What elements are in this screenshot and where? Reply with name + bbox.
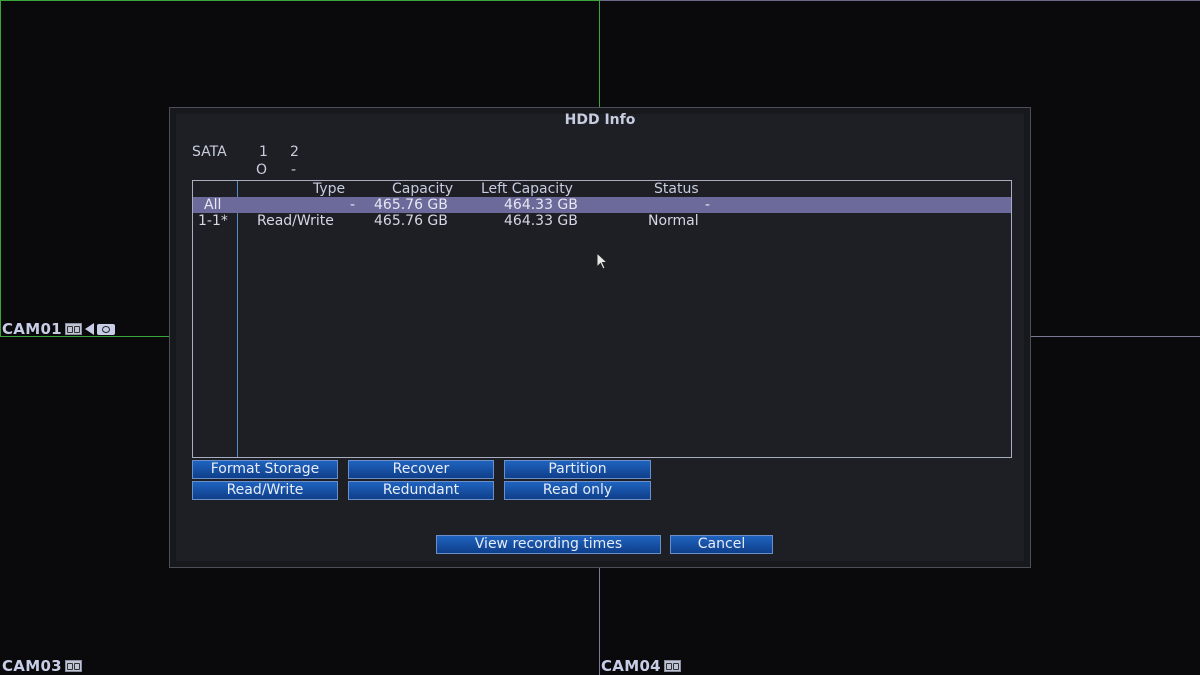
redundant-button[interactable]: Redundant xyxy=(348,481,494,500)
row-capacity: 465.76 GB xyxy=(374,213,448,229)
recording-icon xyxy=(64,323,82,335)
cancel-button[interactable]: Cancel xyxy=(670,535,773,554)
grid-divider-vertical-top xyxy=(599,0,600,108)
mouse-cursor-icon xyxy=(596,252,609,270)
cam04-name: CAM04 xyxy=(601,657,661,675)
sata-port-2-status: - xyxy=(291,162,297,178)
row-type: - xyxy=(350,197,356,213)
recording-icon xyxy=(663,660,681,672)
audio-icon xyxy=(84,323,94,335)
cam03-name: CAM03 xyxy=(2,657,62,675)
cam01-label: CAM01 xyxy=(2,320,115,338)
cam01-border-left xyxy=(0,0,1,336)
sata-port-2: 2 xyxy=(290,144,299,160)
table-row[interactable]: 1-1* Read/Write 465.76 GB 464.33 GB Norm… xyxy=(193,213,1011,229)
cam03-label: CAM03 xyxy=(2,657,82,675)
row-id: 1-1* xyxy=(198,213,228,229)
read-only-button[interactable]: Read only xyxy=(504,481,651,500)
table-row[interactable]: All - 465.76 GB 464.33 GB - xyxy=(193,197,1011,213)
row-type: Read/Write xyxy=(257,213,334,229)
hdd-table: Type Capacity Left Capacity Status All -… xyxy=(192,180,1012,458)
cam04-label: CAM04 xyxy=(601,657,681,675)
motion-detect-icon xyxy=(96,323,115,335)
header-status: Status xyxy=(654,181,699,197)
cam01-border-top xyxy=(0,0,599,1)
header-capacity: Capacity xyxy=(392,181,454,197)
dialog-title: HDD Info xyxy=(564,112,636,128)
hdd-info-dialog: HDD Info SATA 1 2 O - Type Capacity Left… xyxy=(169,107,1031,568)
row-capacity: 465.76 GB xyxy=(374,197,448,213)
sata-port-1-status: O xyxy=(256,162,268,178)
row-left-capacity: 464.33 GB xyxy=(504,213,578,229)
row-status: Normal xyxy=(648,213,699,229)
header-type: Type xyxy=(313,181,346,197)
sata-port-1: 1 xyxy=(259,144,268,160)
cam01-name: CAM01 xyxy=(2,320,62,338)
view-recording-times-button[interactable]: View recording times xyxy=(436,535,661,554)
read-write-button[interactable]: Read/Write xyxy=(192,481,338,500)
grid-divider-vertical-bottom xyxy=(599,567,600,675)
grid-divider-horizontal-right xyxy=(1030,336,1200,337)
header-left-capacity: Left Capacity xyxy=(481,181,573,197)
row-id: All xyxy=(204,197,222,213)
recording-icon xyxy=(64,660,82,672)
cam02-border-top xyxy=(600,0,1200,1)
row-left-capacity: 464.33 GB xyxy=(504,197,578,213)
row-status: - xyxy=(705,197,711,213)
partition-button[interactable]: Partition xyxy=(504,460,651,479)
format-storage-button[interactable]: Format Storage xyxy=(192,460,338,479)
recover-button[interactable]: Recover xyxy=(348,460,494,479)
sata-label: SATA xyxy=(192,144,227,160)
